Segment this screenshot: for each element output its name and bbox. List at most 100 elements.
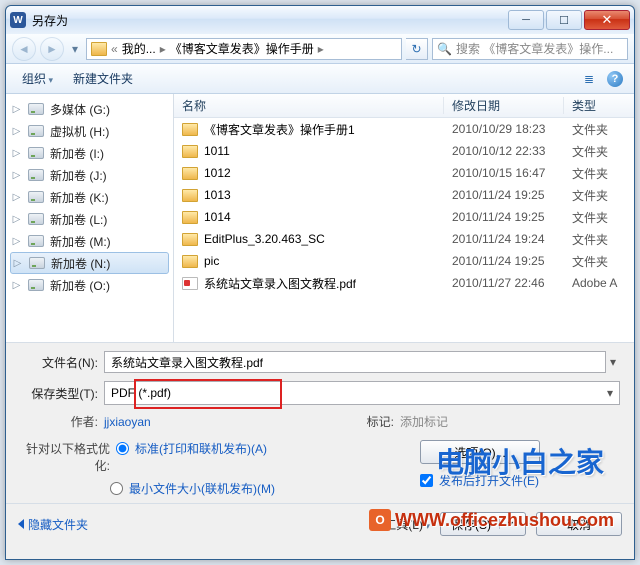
expand-icon[interactable]: ▷	[12, 104, 21, 115]
bc-seg[interactable]: 《博客文章发表》操作手册	[170, 40, 314, 57]
author-label: 作者:	[20, 413, 104, 430]
save-split-dropdown[interactable]: ▼	[499, 519, 515, 529]
file-name: 1014	[204, 210, 231, 224]
filename-label: 文件名(N):	[20, 354, 104, 371]
expand-icon[interactable]: ▷	[12, 214, 21, 225]
folder-icon	[182, 123, 198, 136]
filename-input[interactable]	[104, 351, 606, 373]
file-type: 文件夹	[564, 143, 634, 160]
maximize-button[interactable]: ☐	[546, 10, 582, 30]
file-row[interactable]: 10122010/10/15 16:47文件夹	[174, 162, 634, 184]
file-row[interactable]: 系统站文章录入图文教程.pdf2010/11/27 22:46Adobe A	[174, 272, 634, 294]
options-button[interactable]: 选项(O)...	[420, 440, 540, 464]
minimize-button[interactable]: ─	[508, 10, 544, 30]
pdf-icon	[182, 277, 198, 290]
folder-icon	[182, 189, 198, 202]
file-date: 2010/11/24 19:25	[444, 210, 564, 224]
expand-icon[interactable]: ▷	[13, 258, 22, 269]
open-after-input[interactable]	[420, 474, 433, 487]
drive-icon	[28, 147, 44, 159]
tree-pane[interactable]: ▷多媒体 (G:)▷虚拟机 (H:)▷新加卷 (I:)▷新加卷 (J:)▷新加卷…	[6, 94, 174, 342]
file-name: 1013	[204, 188, 231, 202]
tree-item[interactable]: ▷新加卷 (K:)	[6, 186, 173, 208]
tags-value[interactable]: 添加标记	[400, 413, 620, 430]
col-type[interactable]: 类型	[564, 97, 634, 114]
tree-label: 新加卷 (I:)	[50, 145, 104, 162]
window-title: 另存为	[32, 12, 68, 29]
tree-label: 新加卷 (M:)	[50, 233, 111, 250]
file-type: Adobe A	[564, 276, 634, 290]
back-button[interactable]: ◄	[12, 37, 36, 61]
file-type: 文件夹	[564, 187, 634, 204]
footer: 隐藏文件夹 工具(L) 保存(S) ▼ 取消	[6, 503, 634, 544]
col-date[interactable]: 修改日期	[444, 97, 564, 114]
file-row[interactable]: 10112010/10/12 22:33文件夹	[174, 140, 634, 162]
tools-menu[interactable]: 工具(L)	[384, 516, 430, 533]
file-name: EditPlus_3.20.463_SC	[204, 232, 325, 246]
word-icon: W	[10, 12, 26, 28]
tree-item[interactable]: ▷虚拟机 (H:)	[6, 120, 173, 142]
file-date: 2010/11/27 22:46	[444, 276, 564, 290]
tree-item[interactable]: ▷新加卷 (L:)	[6, 208, 173, 230]
expand-icon[interactable]: ▷	[12, 280, 21, 291]
tree-label: 新加卷 (J:)	[50, 167, 107, 184]
tree-item[interactable]: ▷ 多媒体 (G:)	[6, 98, 173, 120]
file-row[interactable]: 1014 2010/11/24 19:25文件夹	[174, 206, 634, 228]
file-type: 文件夹	[564, 209, 634, 226]
tree-label: 新加卷 (N:)	[51, 255, 110, 272]
expand-icon[interactable]: ▷	[12, 148, 21, 159]
hide-folders-label: 隐藏文件夹	[28, 516, 88, 533]
expand-icon[interactable]: ▷	[12, 236, 21, 247]
optimize-standard-label[interactable]: 标准(打印和联机发布)(A)	[135, 440, 267, 457]
optimize-minimum-radio[interactable]	[110, 482, 123, 495]
view-mode-button[interactable]: ≣	[578, 68, 600, 90]
close-button[interactable]: ✕	[584, 10, 630, 30]
tree-label: 多媒体 (G:)	[50, 101, 110, 118]
tree-item[interactable]: ▷ 新加卷 (N:)	[10, 252, 169, 274]
tree-label: 新加卷 (O:)	[50, 277, 110, 294]
file-row[interactable]: 《博客文章发表》操作手册12010/10/29 18:23文件夹	[174, 118, 634, 140]
tree-item[interactable]: ▷ 新加卷 (J:)	[6, 164, 173, 186]
folder-icon	[182, 255, 198, 268]
tree-item[interactable]: ▷ 新加卷 (I:)	[6, 142, 173, 164]
expand-icon[interactable]: ▷	[12, 192, 21, 203]
folder-icon	[91, 42, 107, 56]
list-header[interactable]: 名称 修改日期 类型	[174, 94, 634, 118]
drive-icon	[29, 257, 45, 269]
expand-icon[interactable]: ▷	[12, 126, 21, 137]
file-row[interactable]: 1013 2010/11/24 19:25文件夹	[174, 184, 634, 206]
col-name[interactable]: 名称	[174, 97, 444, 114]
filename-history-dropdown[interactable]: ▾	[606, 355, 620, 369]
savetype-label: 保存类型(T):	[20, 385, 104, 402]
refresh-button[interactable]: ↻	[406, 38, 428, 60]
file-row[interactable]: pic2010/11/24 19:25文件夹	[174, 250, 634, 272]
chevron-down-icon: ▾	[607, 386, 613, 400]
open-after-checkbox[interactable]: 发布后打开文件(E)	[420, 472, 539, 489]
file-name: pic	[204, 254, 219, 268]
file-type: 文件夹	[564, 165, 634, 182]
tree-item[interactable]: ▷ 新加卷 (O:)	[6, 274, 173, 296]
save-button[interactable]: 保存(S) ▼	[440, 512, 526, 536]
savetype-combo[interactable]: PDF (*.pdf) ▾	[104, 381, 620, 405]
hide-folders-toggle[interactable]: 隐藏文件夹	[18, 516, 88, 533]
file-rows[interactable]: 《博客文章发表》操作手册12010/10/29 18:23文件夹10112010…	[174, 118, 634, 342]
breadcrumb[interactable]: « 我的... ▸ 《博客文章发表》操作手册 ▸	[86, 38, 402, 60]
expand-icon[interactable]: ▷	[12, 170, 21, 181]
new-folder-button[interactable]: 新建文件夹	[65, 67, 141, 90]
forward-button[interactable]: ►	[40, 37, 64, 61]
help-button[interactable]: ?	[604, 68, 626, 90]
organize-menu[interactable]: 组织	[14, 67, 61, 90]
bc-seg[interactable]: 我的...	[122, 40, 156, 57]
optimize-minimum-label[interactable]: 最小文件大小(联机发布)(M)	[129, 480, 275, 497]
nav-row: ◄ ► ▾ « 我的... ▸ 《博客文章发表》操作手册 ▸ ↻ 🔍 搜索 《博…	[6, 34, 634, 64]
search-input[interactable]: 🔍 搜索 《博客文章发表》操作...	[432, 38, 628, 60]
optimize-standard-radio[interactable]	[116, 442, 129, 455]
file-name: 1011	[204, 144, 230, 158]
file-date: 2010/11/24 19:25	[444, 188, 564, 202]
history-dropdown[interactable]: ▾	[68, 38, 82, 60]
drive-icon	[28, 169, 44, 181]
tree-item[interactable]: ▷ 新加卷 (M:)	[6, 230, 173, 252]
author-value[interactable]: jjxiaoyan	[104, 415, 151, 429]
file-row[interactable]: EditPlus_3.20.463_SC2010/11/24 19:24文件夹	[174, 228, 634, 250]
cancel-button[interactable]: 取消	[536, 512, 622, 536]
